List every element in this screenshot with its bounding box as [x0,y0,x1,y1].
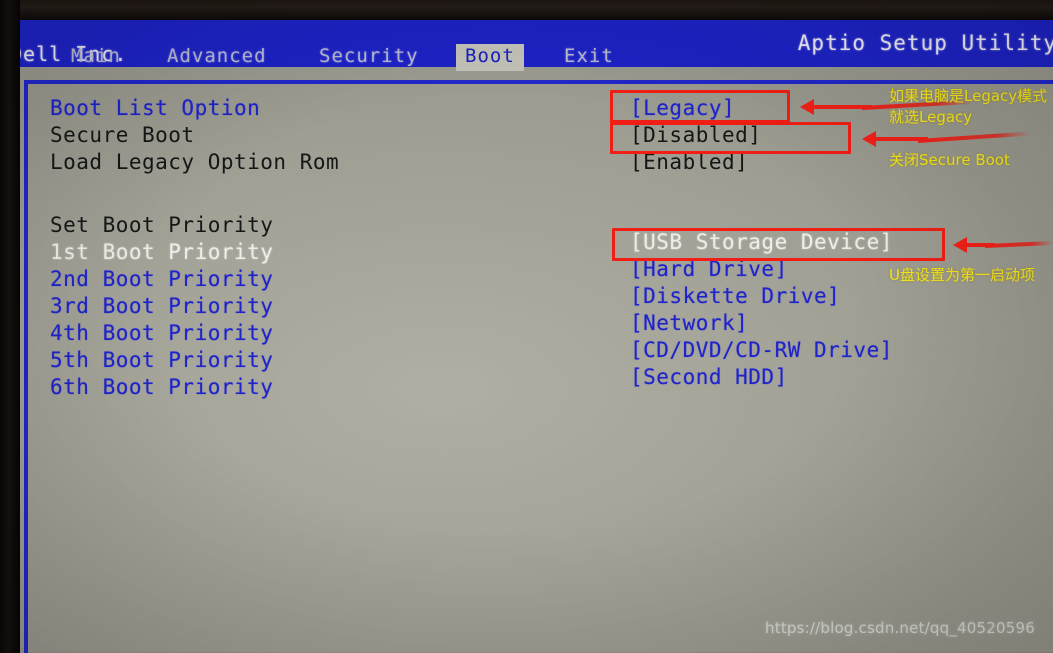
annotation-text-legacy-line2: 就选Legacy [889,108,973,126]
watermark: https://blog.csdn.net/qq_40520596 [765,619,1035,637]
boot-priority-label-3rd[interactable]: 3rd Boot Priority [50,293,273,320]
annotation-text-legacy-line1: 如果电脑是Legacy模式 [889,87,1048,105]
annotation-text-usb-storage-line1: U盘设置为第一启动项 [889,266,1035,284]
tab-main[interactable]: Main [62,44,130,71]
annotation-text-legacy: 如果电脑是Legacy模式 就选Legacy [889,86,1047,128]
annotation-box-usb-storage [612,228,945,261]
boot-priority-label-6th[interactable]: 6th Boot Priority [50,374,273,401]
bios-screenshot: Dell Inc. Aptio Setup Utility Main Advan… [0,0,1053,653]
annotation-text-usb-storage: U盘设置为第一启动项 [889,265,1035,286]
setting-label-secure-boot[interactable]: Secure Boot [50,122,339,149]
boot-priority-value-4th[interactable]: [Network] [630,310,893,337]
boot-priority-value-6th[interactable]: [Second HDD] [630,364,893,391]
menu-tab-strip: Main Advanced Security Boot Exit [0,44,1053,71]
boot-priority-label-2nd[interactable]: 2nd Boot Priority [50,266,273,293]
tab-boot[interactable]: Boot [456,44,524,71]
boot-priority-label-1st[interactable]: 1st Boot Priority [50,239,273,266]
tab-advanced[interactable]: Advanced [158,44,276,71]
annotation-text-secure-boot: 关闭Secure Boot [889,150,1010,171]
monitor-bezel-top [0,0,1053,20]
boot-priority-heading: Set Boot Priority [50,213,274,237]
boot-priority-value-3rd[interactable]: [Diskette Drive] [630,283,893,310]
setting-label-boot-list-option[interactable]: Boot List Option [50,95,339,122]
boot-priority-label-4th[interactable]: 4th Boot Priority [50,320,273,347]
tab-exit[interactable]: Exit [555,44,623,71]
boot-priority-label-column: Set Boot Priority 1st Boot Priority 2nd … [50,212,273,401]
annotation-box-legacy [610,90,790,123]
settings-label-column: Boot List Option Secure Boot Load Legacy… [50,95,339,176]
annotation-text-secure-boot-line1: 关闭Secure Boot [889,151,1010,169]
tab-security[interactable]: Security [310,44,428,71]
boot-priority-value-5th[interactable]: [CD/DVD/CD-RW Drive] [630,337,893,364]
boot-priority-label-5th[interactable]: 5th Boot Priority [50,347,273,374]
monitor-bezel-left [0,0,20,653]
setting-label-load-legacy-option-rom[interactable]: Load Legacy Option Rom [50,149,339,176]
annotation-box-secure-boot [610,122,851,154]
